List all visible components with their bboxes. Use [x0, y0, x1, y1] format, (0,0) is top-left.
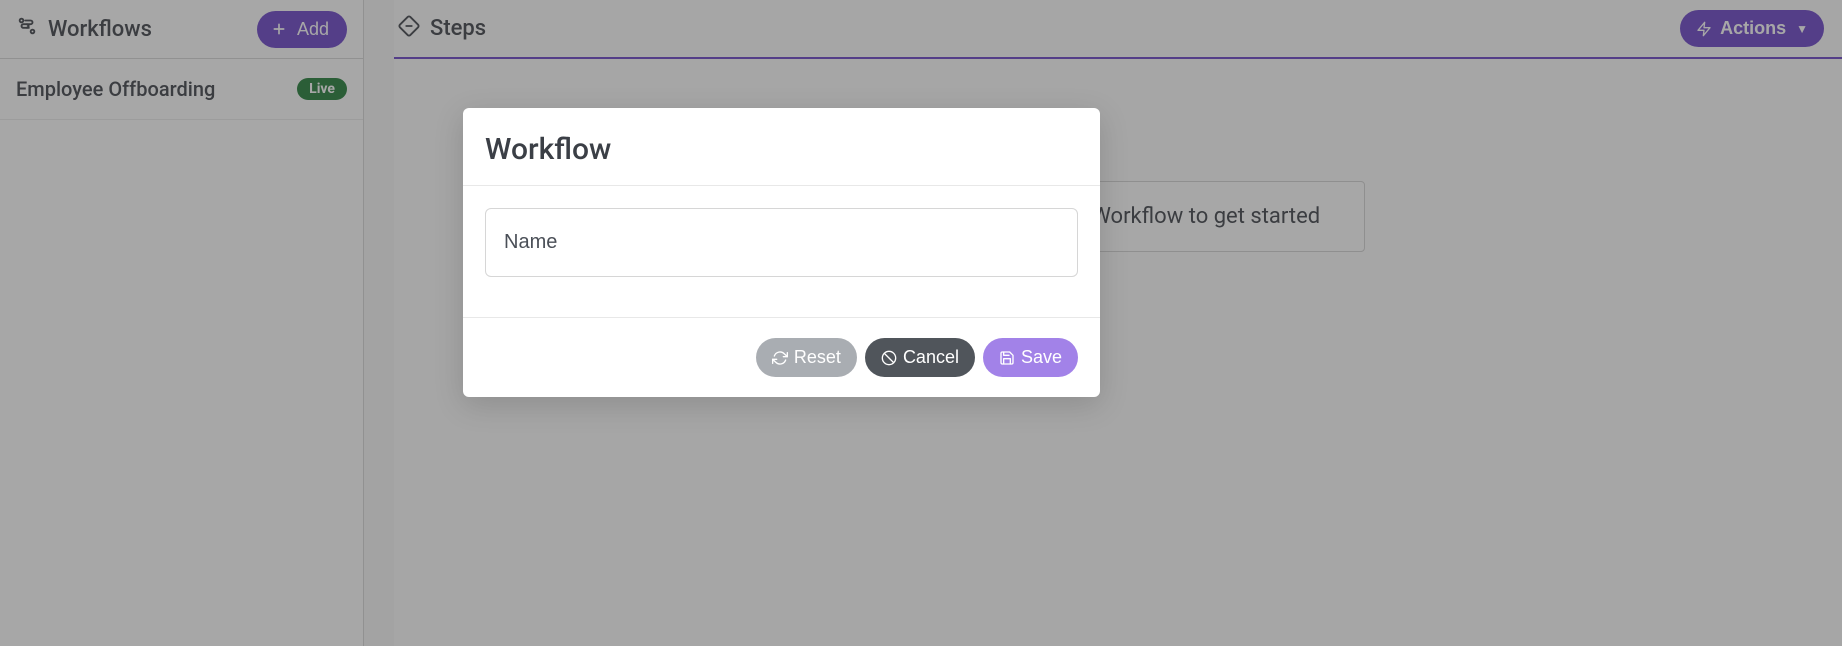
workflow-modal: Workflow Reset Cancel Save — [463, 108, 1100, 397]
modal-body — [463, 186, 1100, 318]
reset-button[interactable]: Reset — [756, 338, 857, 377]
modal-overlay[interactable]: Workflow Reset Cancel Save — [0, 0, 1842, 646]
name-field-container — [485, 208, 1078, 277]
save-button[interactable]: Save — [983, 338, 1078, 377]
modal-title: Workflow — [485, 132, 1078, 167]
name-input[interactable] — [504, 231, 1059, 254]
cancel-button-label: Cancel — [903, 347, 959, 368]
modal-footer: Reset Cancel Save — [463, 318, 1100, 397]
reset-button-label: Reset — [794, 347, 841, 368]
modal-header: Workflow — [463, 108, 1100, 186]
cancel-button[interactable]: Cancel — [865, 338, 975, 377]
save-button-label: Save — [1021, 347, 1062, 368]
